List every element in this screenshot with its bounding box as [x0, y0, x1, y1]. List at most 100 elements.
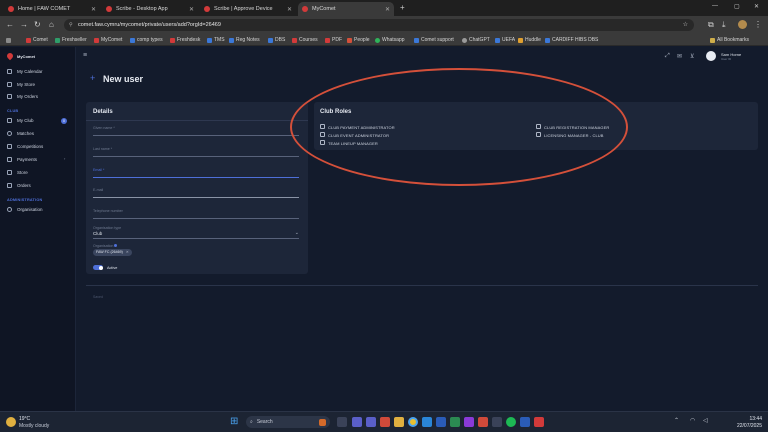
chrome-icon[interactable] — [408, 417, 418, 427]
bookmark-apps-icon[interactable] — [6, 36, 13, 44]
bookmark-huddle[interactable]: Huddle — [518, 36, 541, 44]
forward-icon[interactable]: → — [20, 20, 28, 30]
close-tab-icon[interactable]: ✕ — [91, 6, 96, 13]
close-window-icon[interactable]: ✕ — [754, 3, 759, 10]
sidebar-item-my-orders[interactable]: My Orders — [7, 94, 38, 99]
organisation-type-select[interactable]: Organisation type Club ⌄ — [93, 226, 299, 240]
file-explorer-icon[interactable] — [394, 417, 404, 427]
sidebar-item-payments[interactable]: Payments — [7, 157, 37, 162]
sidebar-item-organisation[interactable]: Organisation — [7, 207, 43, 212]
reload-icon[interactable]: ↻ — [34, 20, 41, 30]
bookmark-comet[interactable]: Comet — [26, 36, 48, 44]
sidebar-item-my-club[interactable]: My Club — [7, 118, 34, 123]
doc-icon — [130, 37, 135, 43]
orders-icon — [7, 94, 12, 99]
onenote-icon[interactable] — [464, 417, 474, 427]
weather-icon[interactable] — [6, 417, 16, 427]
url-input[interactable]: ⚲ comet.faw.cymru/mycomet/private/users/… — [64, 19, 694, 31]
teams-classic-icon[interactable] — [366, 417, 376, 427]
back-icon[interactable]: ← — [6, 20, 14, 30]
windows-taskbar: 19°C Mostly cloudy ⊞ ⌕ Search ⌃ ◠ ◁ 13:4… — [0, 411, 768, 432]
bookmark-pdf[interactable]: PDF — [325, 36, 342, 44]
outlook-icon[interactable] — [422, 417, 432, 427]
chip-remove-icon[interactable]: ✕ — [126, 249, 129, 256]
tab-scribe-approve[interactable]: Scribe | Approve Device ✕ — [200, 2, 296, 16]
bookmark-comet-support[interactable]: Comet support — [414, 36, 454, 44]
close-tab-icon[interactable]: ✕ — [287, 6, 292, 13]
home-icon[interactable]: ⌂ — [49, 20, 54, 30]
tray-chevron-icon[interactable]: ⌃ — [674, 417, 679, 424]
bookmark-dbs[interactable]: DBS — [268, 36, 285, 44]
bookmark-whatsapp[interactable]: Whatsapp — [375, 36, 405, 44]
extensions-icon[interactable]: ⧉ — [708, 20, 714, 30]
excel-icon[interactable] — [450, 417, 460, 427]
bookmark-freshdesk[interactable]: Freshdesk — [170, 36, 200, 44]
taskbar-search[interactable]: ⌕ Search — [246, 416, 330, 428]
sidebar-item-my-calendar[interactable]: My Calendar — [7, 69, 43, 74]
profile-avatar[interactable] — [738, 20, 747, 29]
tab-label: Home | FAW COMET — [18, 6, 71, 12]
scribe-icon[interactable] — [534, 417, 544, 427]
tab-scribe-desktop[interactable]: Scribe - Desktop App ✕ — [102, 2, 198, 16]
tab-mycomet[interactable]: MyComet ✕ — [298, 2, 394, 16]
bookmark-cardiff-hibs-dbs[interactable]: CARDIFF HIBS DBS — [545, 36, 598, 44]
sidebar-item-orders[interactable]: Orders — [7, 183, 31, 188]
clock-date[interactable]: 22/07/2025 — [737, 423, 762, 429]
bookmark-chatgpt[interactable]: ChatGPT — [462, 36, 490, 44]
user-avatar[interactable] — [706, 51, 716, 61]
active-toggle[interactable]: Active — [93, 265, 117, 270]
fullscreen-icon[interactable]: ⤢ — [665, 53, 670, 60]
email-secondary-field[interactable]: E-mail — [93, 186, 299, 198]
cart-icon[interactable]: ⊻ — [690, 53, 694, 60]
toggle-switch[interactable] — [93, 265, 103, 270]
tab-home-faw-comet[interactable]: Home | FAW COMET ✕ — [4, 2, 100, 16]
teams-icon[interactable] — [352, 417, 362, 427]
sidebar-item-matches[interactable]: Matches — [7, 131, 34, 136]
bookmark-comp-types[interactable]: comp types — [130, 36, 163, 44]
menu-kebab-icon[interactable]: ⋮ — [754, 20, 762, 30]
task-view-icon[interactable] — [337, 417, 347, 427]
download-icon[interactable]: ⤓ — [722, 20, 726, 30]
bookmark-courses[interactable]: Courses — [292, 36, 318, 44]
site-info-icon[interactable]: ⚲ — [69, 19, 73, 31]
windows-start-icon[interactable]: ⊞ — [230, 417, 238, 427]
powerpoint-icon[interactable] — [478, 417, 488, 427]
bookmark-people[interactable]: People — [347, 36, 370, 44]
last-name-field[interactable]: Last name * — [93, 145, 299, 157]
volume-icon[interactable]: ◁ — [703, 417, 708, 424]
maximize-window-icon[interactable]: ▢ — [734, 3, 740, 10]
close-tab-icon[interactable]: ✕ — [189, 6, 194, 13]
comet-icon — [94, 37, 99, 43]
search-placeholder: Search — [256, 419, 273, 425]
organisation-field[interactable]: Organisation FAW FC (26469) ✕ — [93, 244, 299, 258]
hamburger-menu-icon[interactable]: ≡ — [83, 52, 87, 59]
sidebar-item-my-store[interactable]: My Store — [7, 82, 35, 87]
word-icon[interactable] — [436, 417, 446, 427]
sidebar-item-competitions[interactable]: Competitions — [7, 144, 43, 149]
sidebar-item-store[interactable]: Store — [7, 170, 28, 175]
new-tab-button[interactable]: + — [400, 3, 405, 12]
bookmark-uefa[interactable]: UEFA — [495, 36, 515, 44]
all-bookmarks-button[interactable]: All Bookmarks — [710, 36, 749, 44]
spotify-icon[interactable] — [506, 417, 516, 427]
clock-time[interactable]: 13:44 — [749, 416, 762, 422]
bookmark-freshseller[interactable]: Freshseller — [55, 36, 87, 44]
add-icon: + — [90, 73, 96, 83]
telephone-field[interactable]: Telephone number — [93, 207, 299, 219]
organisation-chip[interactable]: FAW FC (26469) ✕ — [93, 249, 132, 256]
minimize-window-icon[interactable]: — — [712, 3, 718, 9]
bookmark-reg-notes[interactable]: Reg Notes — [229, 36, 260, 44]
email-field[interactable]: Email * — [93, 166, 299, 178]
wifi-icon[interactable]: ◠ — [690, 417, 695, 424]
bookmark-mycomet[interactable]: MyComet — [94, 36, 122, 44]
bookmark-star-icon[interactable]: ☆ — [683, 19, 688, 31]
edge-icon[interactable] — [520, 417, 530, 427]
app-logo[interactable]: MyComet — [5, 51, 35, 61]
settings-icon[interactable] — [492, 417, 502, 427]
support-icon — [414, 37, 419, 43]
office-icon[interactable] — [380, 417, 390, 427]
given-name-field[interactable]: Given name * — [93, 124, 299, 136]
bookmark-tms[interactable]: TMS — [207, 36, 225, 44]
notification-icon[interactable]: ✉ — [677, 53, 682, 60]
close-tab-icon[interactable]: ✕ — [385, 6, 390, 13]
